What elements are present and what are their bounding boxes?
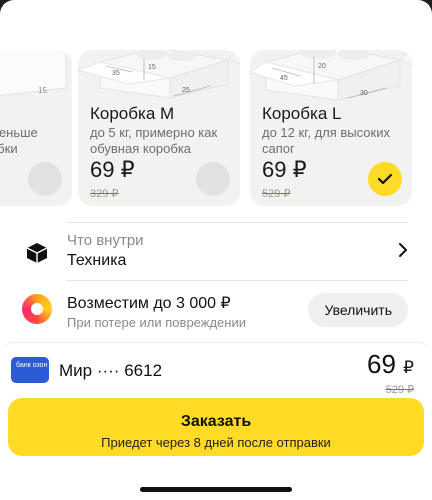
- insurance-subtitle: При потере или повреждении: [67, 315, 246, 330]
- box-card-large[interactable]: 45 20 30 Коробка L до 12 кг, для высоких…: [250, 50, 412, 206]
- bank-logo: банк озон: [11, 357, 49, 383]
- box-size-carousel[interactable]: 15 меньше обки: [0, 50, 432, 206]
- box-medium-description: до 5 кг, примерно как обувная коробка: [90, 125, 218, 156]
- box-small-description: меньше обки: [0, 125, 70, 157]
- box-medium-dim-width: 25: [182, 87, 190, 94]
- home-indicator[interactable]: [140, 487, 292, 492]
- box-large-dim-length: 45: [280, 75, 288, 82]
- increase-coverage-button[interactable]: Увеличить: [308, 293, 408, 327]
- order-button[interactable]: Заказать Приедет через 8 дней после отпр…: [8, 398, 424, 456]
- box-small-radio[interactable]: [28, 162, 62, 196]
- insurance-title: Возместим до 3 000 ₽: [67, 295, 231, 312]
- total-old-price: 529 ₽: [385, 384, 414, 396]
- box-medium-name: Коробка М: [90, 104, 175, 123]
- divider: [66, 280, 408, 281]
- contents-value: Техника: [67, 252, 127, 269]
- box-card-medium[interactable]: 35 15 25 Коробка М до 5 кг, примерно как…: [78, 50, 240, 206]
- box-small-illustration: 15: [0, 50, 72, 100]
- box-large-illustration: 45 20 30: [250, 50, 412, 101]
- order-sheet: 15 меньше обки: [0, 0, 432, 500]
- contents-row[interactable]: Что внутри Техника: [0, 222, 432, 280]
- contents-label: Что внутри: [67, 232, 144, 249]
- box-medium-radio[interactable]: [196, 162, 230, 196]
- total-currency: ₽: [403, 358, 414, 377]
- total-amount: 69: [367, 349, 396, 379]
- box-medium-old-price: 329 ₽: [90, 188, 119, 200]
- total-price: 69 ₽: [367, 349, 414, 380]
- insurance-icon: [22, 294, 52, 324]
- box-medium-price: 69 ₽: [90, 157, 135, 182]
- order-details: Что внутри Техника Возместим до 3 000 ₽ …: [0, 206, 432, 500]
- order-button-sublabel: Приедет через 8 дней после отправки: [101, 435, 331, 450]
- box-large-description: до 12 кг, для высоких сапог: [262, 125, 390, 156]
- checkmark-icon: [377, 173, 393, 185]
- box-large-price: 69 ₽: [262, 157, 307, 182]
- box-large-old-price: 529 ₽: [262, 188, 291, 200]
- payment-card-label: Мир ···· 6612: [59, 361, 163, 380]
- insurance-row: Возместим до 3 000 ₽ При потере или повр…: [0, 286, 432, 336]
- chevron-right-icon: [399, 243, 407, 257]
- box-medium-dim-length: 35: [112, 70, 120, 77]
- box-large-dim-height: 20: [318, 63, 326, 70]
- box-card-small[interactable]: 15 меньше обки: [0, 50, 72, 206]
- box-large-dim-width: 30: [360, 90, 368, 97]
- cube-icon: [26, 243, 48, 263]
- box-medium-illustration: 35 15 25: [78, 50, 240, 100]
- box-large-radio-selected[interactable]: [368, 162, 402, 196]
- desc-line: меньше: [0, 125, 38, 140]
- desc-line: обки: [0, 141, 18, 156]
- box-large-name: Коробка L: [262, 104, 342, 123]
- order-button-label: Заказать: [180, 413, 252, 430]
- box-medium-dim-height: 15: [148, 64, 156, 71]
- box-small-dim: 15: [38, 86, 47, 95]
